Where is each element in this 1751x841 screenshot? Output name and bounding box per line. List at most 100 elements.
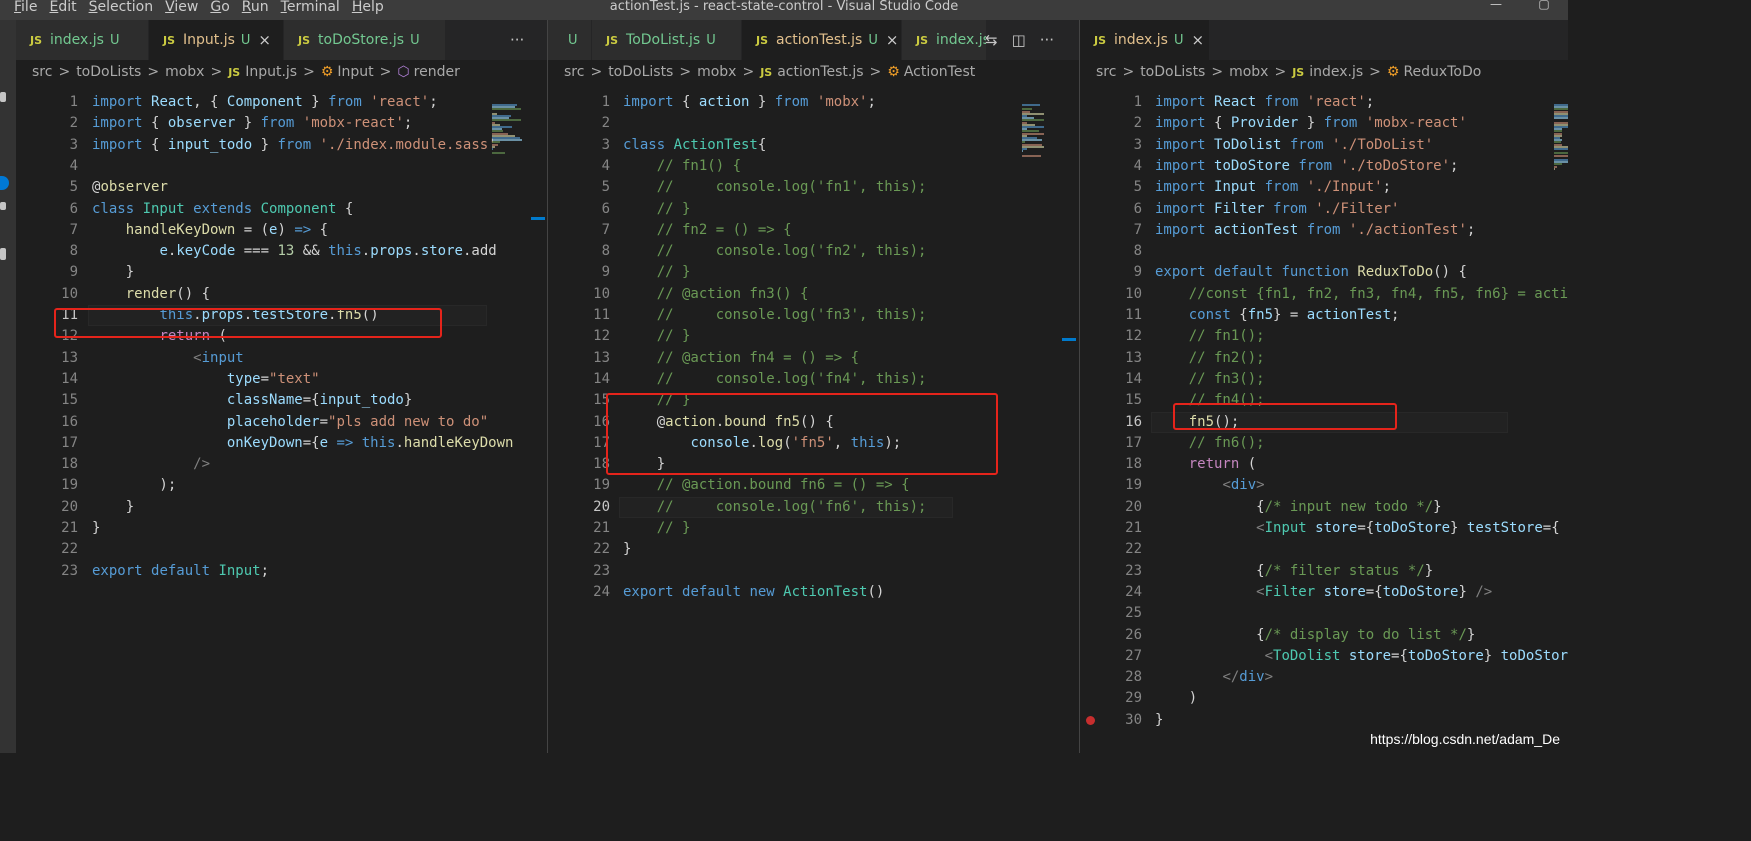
breadcrumb-item[interactable]: mobx (1229, 64, 1268, 80)
line-number[interactable]: 5 (1080, 177, 1142, 198)
breadcrumb-item[interactable]: toDoLists (1140, 64, 1205, 80)
line-number[interactable]: 17 (1080, 433, 1142, 454)
line-number[interactable]: 26 (1080, 625, 1142, 646)
more-actions-icon[interactable]: ··· (1040, 31, 1054, 49)
line-number[interactable]: 16 (1080, 412, 1142, 433)
breadcrumb-item[interactable]: toDoLists (76, 64, 141, 80)
line-number[interactable]: 4 (548, 156, 610, 177)
line-number[interactable]: 10 (1080, 284, 1142, 305)
line-number[interactable]: 17 (548, 433, 610, 454)
line-number[interactable]: 1 (16, 92, 78, 113)
line-number[interactable]: 20 (548, 497, 610, 518)
run-icon[interactable] (0, 202, 6, 210)
line-number[interactable]: 8 (16, 241, 78, 262)
line-number[interactable]: 9 (16, 262, 78, 283)
line-number[interactable]: 3 (1080, 135, 1142, 156)
minimap[interactable] (1018, 84, 1058, 764)
line-number[interactable]: 23 (548, 561, 610, 582)
explorer-icon[interactable] (0, 92, 6, 102)
line-number[interactable]: 5 (16, 177, 78, 198)
line-number[interactable]: 6 (548, 199, 610, 220)
breadcrumb-item[interactable]: ReduxToDo (1403, 64, 1481, 80)
line-number[interactable]: 15 (548, 390, 610, 411)
line-number[interactable]: 18 (1080, 454, 1142, 475)
line-number[interactable]: 12 (548, 326, 610, 347)
breadcrumb-item[interactable]: src (1096, 64, 1116, 80)
line-number[interactable]: 27 (1080, 646, 1142, 667)
breadcrumb-item[interactable]: index.js (1309, 64, 1363, 80)
line-number[interactable]: 29 (1080, 688, 1142, 709)
line-number[interactable]: 2 (16, 113, 78, 134)
line-number[interactable]: 1 (1080, 92, 1142, 113)
line-number[interactable]: 9 (548, 262, 610, 283)
breadcrumb-item[interactable]: src (32, 64, 52, 80)
breadcrumb-item[interactable]: toDoLists (608, 64, 673, 80)
line-number[interactable]: 5 (548, 177, 610, 198)
line-number[interactable]: 10 (16, 284, 78, 305)
tab-actiontest-js[interactable]: JS actionTest.js U × (742, 20, 902, 60)
line-number[interactable]: 9 (1080, 262, 1142, 283)
tab-todostore-js[interactable]: JS toDoStore.js U (284, 20, 446, 60)
line-number[interactable]: 3 (548, 135, 610, 156)
breadcrumb-item[interactable]: Input.js (245, 64, 297, 80)
tab-index-js[interactable]: JS index.js U × (1080, 20, 1210, 60)
line-number[interactable]: 21 (16, 518, 78, 539)
minimap[interactable] (488, 84, 530, 764)
line-number[interactable]: 13 (1080, 348, 1142, 369)
line-number[interactable]: 14 (1080, 369, 1142, 390)
line-number[interactable]: 28 (1080, 667, 1142, 688)
line-number[interactable]: 22 (1080, 539, 1142, 560)
close-icon[interactable]: × (886, 31, 899, 49)
line-number[interactable]: 18 (16, 454, 78, 475)
line-number[interactable]: 2 (1080, 113, 1142, 134)
line-number[interactable]: 3 (16, 135, 78, 156)
line-number[interactable]: 21 (1080, 518, 1142, 539)
breakpoint-icon[interactable] (1086, 715, 1095, 725)
line-number[interactable]: 7 (1080, 220, 1142, 241)
breadcrumb-item[interactable]: mobx (165, 64, 204, 80)
line-number[interactable]: 14 (16, 369, 78, 390)
line-number[interactable]: 20 (1080, 497, 1142, 518)
line-number[interactable]: 20 (16, 497, 78, 518)
line-number[interactable]: 12 (1080, 326, 1142, 347)
more-actions-icon[interactable]: ··· (510, 31, 524, 49)
source-control-badge-icon[interactable] (0, 176, 9, 190)
line-number[interactable]: 2 (548, 113, 610, 134)
tab-index-js[interactable]: JS index.js U (16, 20, 149, 60)
close-icon[interactable]: × (258, 31, 271, 49)
line-number[interactable]: 16 (16, 412, 78, 433)
minimap[interactable] (1550, 84, 1570, 764)
code-editor[interactable]: 1 import React, { Component } from 'react… (16, 84, 547, 753)
line-number[interactable]: 6 (1080, 199, 1142, 220)
breadcrumb-item[interactable]: src (564, 64, 584, 80)
maximize-icon[interactable]: ▢ (1520, 0, 1568, 14)
line-number[interactable]: 23 (1080, 561, 1142, 582)
line-number[interactable]: 25 (1080, 603, 1142, 624)
tab-todolist-js[interactable]: JS ToDoList.js U (592, 20, 742, 60)
line-number[interactable]: 4 (16, 156, 78, 177)
breadcrumb-item[interactable]: mobx (697, 64, 736, 80)
tab-truncated[interactable]: U (548, 20, 592, 60)
line-number[interactable]: 16 (548, 412, 610, 433)
line-number[interactable]: 21 (548, 518, 610, 539)
line-number[interactable]: 7 (548, 220, 610, 241)
line-number[interactable]: 8 (1080, 241, 1142, 262)
tab-input-js[interactable]: JS Input.js U × (149, 20, 284, 60)
extensions-icon[interactable] (0, 248, 6, 260)
line-number[interactable]: 15 (16, 390, 78, 411)
line-number[interactable]: 8 (548, 241, 610, 262)
line-number[interactable]: 1 (548, 92, 610, 113)
line-number[interactable]: 13 (16, 348, 78, 369)
line-number[interactable]: 13 (548, 348, 610, 369)
tab-index-js[interactable]: JS index.js (902, 20, 987, 60)
breadcrumb-item[interactable]: Input (337, 64, 373, 80)
line-number[interactable]: 6 (16, 199, 78, 220)
breadcrumb-item[interactable]: ActionTest (904, 64, 975, 80)
line-number[interactable]: 18 (548, 454, 610, 475)
line-number[interactable]: 14 (548, 369, 610, 390)
scrollbar-marker[interactable] (531, 217, 545, 220)
breadcrumb-item[interactable]: render (414, 64, 460, 80)
line-number[interactable]: 4 (1080, 156, 1142, 177)
scrollbar-marker[interactable] (1062, 338, 1076, 341)
line-number[interactable]: 23 (16, 561, 78, 582)
